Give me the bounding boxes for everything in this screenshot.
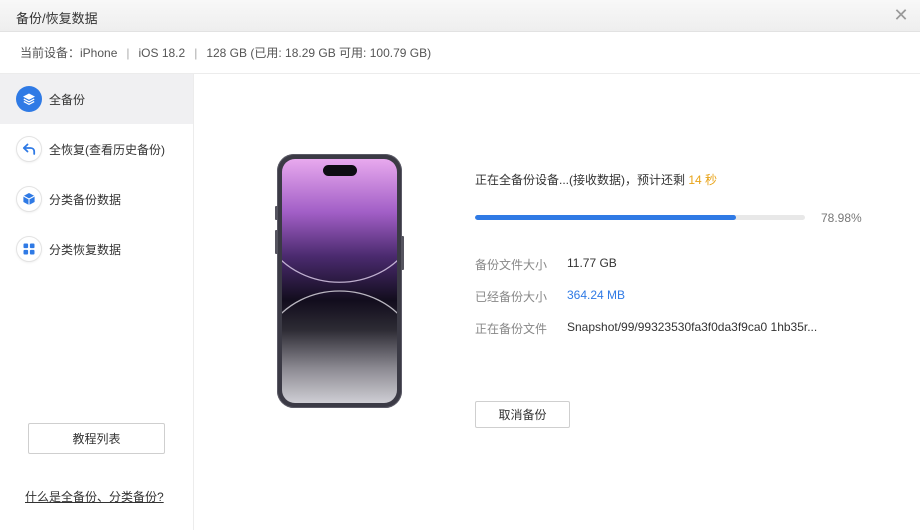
sidebar-item-label: 分类恢复数据 xyxy=(49,242,122,257)
info-label: 备份文件大小 xyxy=(475,258,548,272)
info-row-current-file: 正在备份文件 Snapshot/99/99323530fa3f0da3f9ca0… xyxy=(475,320,875,336)
dynamic-island xyxy=(323,165,357,176)
sidebar-item-label: 全备份 xyxy=(49,92,86,107)
info-value: Snapshot/99/99323530fa3f0da3f9ca0 1hb35r… xyxy=(567,320,818,334)
storage-info: 128 GB (已用: 18.29 GB 可用: 100.79 GB) xyxy=(206,46,432,60)
device-info-bar: 当前设备：iPhone | iOS 18.2 | 128 GB (已用: 18.… xyxy=(0,32,920,74)
info-row-total-size: 备份文件大小 11.77 GB xyxy=(475,256,875,272)
title-bar: 备份/恢复数据 ✕ xyxy=(0,0,920,32)
sidebar-item-label: 全恢复(查看历史备份) xyxy=(49,142,165,157)
cancel-backup-button[interactable]: 取消备份 xyxy=(475,401,570,428)
phone-side-button xyxy=(275,206,278,220)
info-value: 364.24 MB xyxy=(567,288,626,302)
restore-arrow-icon xyxy=(16,136,42,162)
separator: | xyxy=(194,45,198,60)
sidebar-item-category-backup[interactable]: 分类备份数据 xyxy=(0,174,193,224)
status-message: 正在全备份设备...(接收数据)，预计还剩 xyxy=(475,173,685,187)
phone-side-button xyxy=(401,236,404,270)
sidebar-item-full-restore[interactable]: 全恢复(查看历史备份) xyxy=(0,124,193,174)
info-value: 11.77 GB xyxy=(567,256,617,270)
cube-icon xyxy=(16,186,42,212)
sidebar: 全备份 全恢复(查看历史备份) 分类备份数据 分类恢复数据 教程列表 什么是全备… xyxy=(0,74,194,530)
info-row-backed-up-size: 已经备份大小 364.24 MB xyxy=(475,288,875,304)
device-name: 当前设备：iPhone xyxy=(20,46,118,60)
backup-progress-fill xyxy=(475,215,736,220)
info-label: 已经备份大小 xyxy=(475,290,548,304)
sidebar-item-label: 分类备份数据 xyxy=(49,192,122,207)
progress-percentage: 78.98% xyxy=(821,211,862,225)
info-label: 正在备份文件 xyxy=(475,322,548,336)
remaining-time: 14 秒 xyxy=(688,173,718,187)
backup-status-text: 正在全备份设备...(接收数据)，预计还剩 14 秒 xyxy=(475,171,717,188)
separator: | xyxy=(126,45,130,60)
iphone-illustration xyxy=(275,154,404,408)
backup-progress-bar xyxy=(475,215,805,220)
close-button[interactable]: ✕ xyxy=(890,5,912,27)
sidebar-item-full-backup[interactable]: 全备份 xyxy=(0,74,193,124)
layers-icon xyxy=(16,86,42,112)
window-title: 备份/恢复数据 xyxy=(16,11,98,26)
backup-help-link[interactable]: 什么是全备份、分类备份? xyxy=(25,488,164,505)
sidebar-item-category-restore[interactable]: 分类恢复数据 xyxy=(0,224,193,274)
grid-icon xyxy=(16,236,42,262)
phone-screen xyxy=(282,159,397,403)
ios-version: iOS 18.2 xyxy=(138,45,186,60)
phone-side-button xyxy=(275,230,278,254)
tutorial-list-button[interactable]: 教程列表 xyxy=(28,423,165,454)
